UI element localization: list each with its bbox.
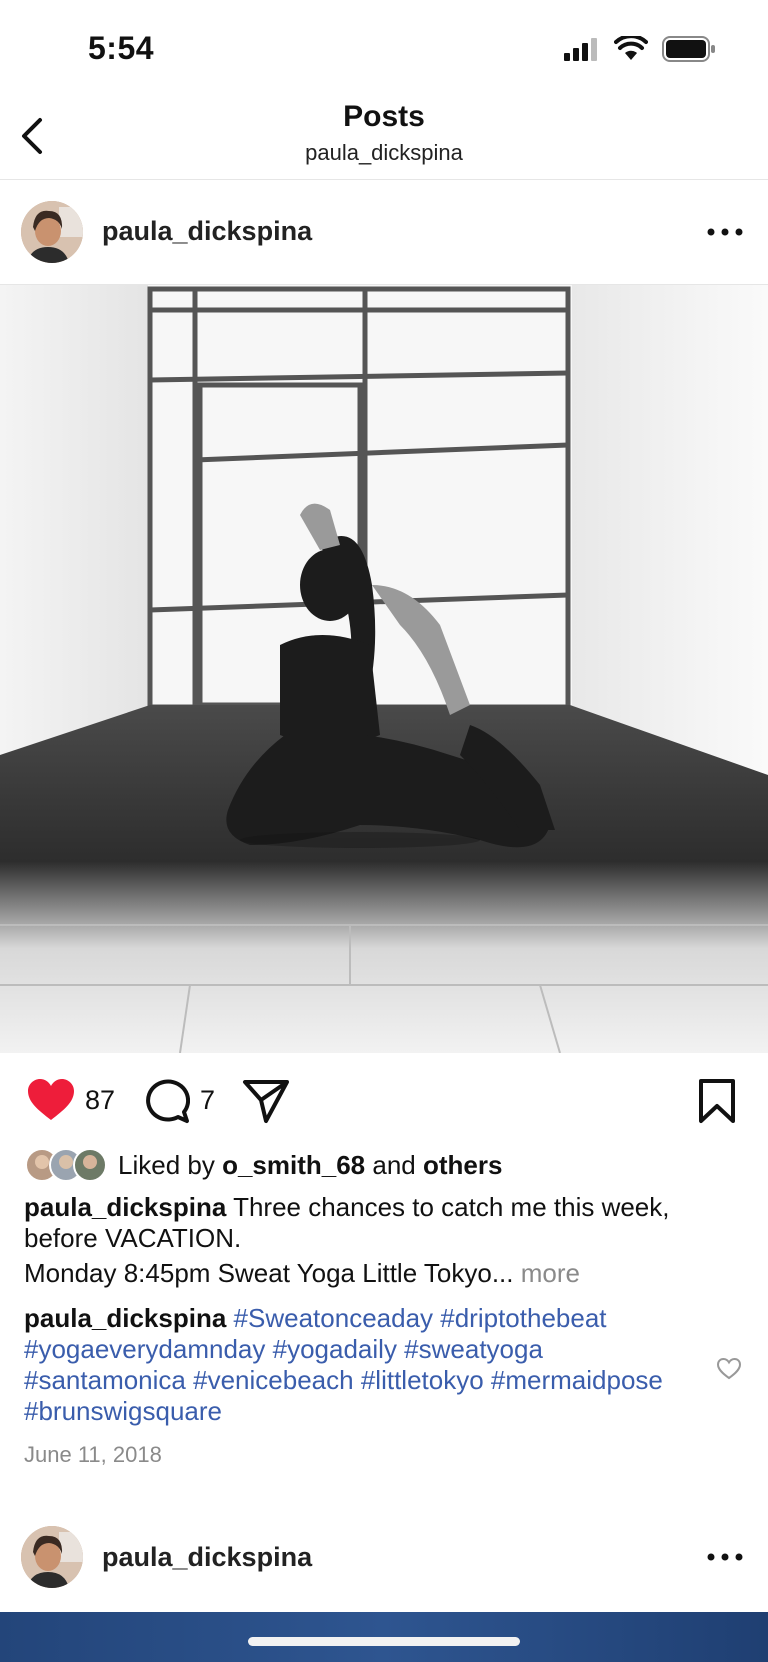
- hashtag[interactable]: #venicebeach: [193, 1365, 353, 1395]
- page-subtitle: paula_dickspina: [305, 140, 463, 165]
- comments-count[interactable]: 7: [200, 1085, 215, 1116]
- caption-line2: Monday 8:45pm Sweat Yoga Little Tokyo...…: [24, 1258, 744, 1289]
- hashtag[interactable]: #brunswigsquare: [24, 1396, 222, 1426]
- more-link[interactable]: more: [514, 1258, 580, 1288]
- caption-username[interactable]: paula_dickspina: [24, 1192, 226, 1222]
- hashtag[interactable]: #sweatyoga: [404, 1334, 543, 1364]
- wifi-icon: [614, 36, 648, 60]
- header-divider: [0, 179, 768, 180]
- avatar-image: [21, 1526, 83, 1588]
- post-photo[interactable]: [0, 285, 768, 1053]
- share-icon[interactable]: [242, 1078, 290, 1124]
- avatar[interactable]: [21, 1526, 83, 1588]
- liked-by-user[interactable]: o_smith_68: [222, 1150, 365, 1180]
- hashtag[interactable]: #Sweatonceaday: [234, 1303, 433, 1333]
- comment-icon[interactable]: [144, 1078, 190, 1124]
- liked-by-text[interactable]: Liked by o_smith_68 and others: [118, 1150, 502, 1181]
- liked-by-avatars[interactable]: [24, 1147, 114, 1183]
- hashtag[interactable]: #mermaidpose: [491, 1365, 663, 1395]
- comment-username[interactable]: paula_dickspina: [24, 1303, 226, 1333]
- home-indicator[interactable]: [248, 1637, 520, 1646]
- likes-count[interactable]: 87: [85, 1085, 115, 1116]
- avatar-image: [21, 201, 83, 263]
- bookmark-icon[interactable]: [697, 1078, 737, 1124]
- avatar[interactable]: [21, 201, 83, 263]
- heart-icon[interactable]: [26, 1078, 76, 1122]
- post-date: June 11, 2018: [24, 1442, 162, 1467]
- hashtag[interactable]: #yogaeverydamnday: [24, 1334, 265, 1364]
- signal-icon: [564, 38, 597, 61]
- more-icon[interactable]: [705, 222, 745, 242]
- hashtag-comment: paula_dickspina #Sweatonceaday #driptoth…: [24, 1303, 684, 1427]
- hashtag[interactable]: #santamonica: [24, 1365, 186, 1395]
- status-icons: [562, 36, 716, 62]
- next-post-username[interactable]: paula_dickspina: [102, 1542, 312, 1573]
- hashtag[interactable]: #yogadaily: [273, 1334, 397, 1364]
- comment-like-icon[interactable]: [716, 1357, 742, 1381]
- status-time: 5:54: [88, 30, 155, 66]
- caption: paula_dickspina Three chances to catch m…: [24, 1192, 744, 1254]
- caption-second-line: Monday 8:45pm Sweat Yoga Little Tokyo...: [24, 1258, 514, 1288]
- battery-icon: [662, 36, 715, 62]
- liked-by-mid: and: [365, 1150, 423, 1180]
- hashtag[interactable]: #littletokyo: [361, 1365, 484, 1395]
- hashtag[interactable]: #driptothebeat: [440, 1303, 606, 1333]
- liked-by-prefix: Liked by: [118, 1150, 223, 1180]
- page-title: Posts: [343, 100, 425, 133]
- more-icon[interactable]: [705, 1547, 745, 1567]
- post-username[interactable]: paula_dickspina: [102, 216, 312, 247]
- liked-by-others[interactable]: others: [423, 1150, 502, 1180]
